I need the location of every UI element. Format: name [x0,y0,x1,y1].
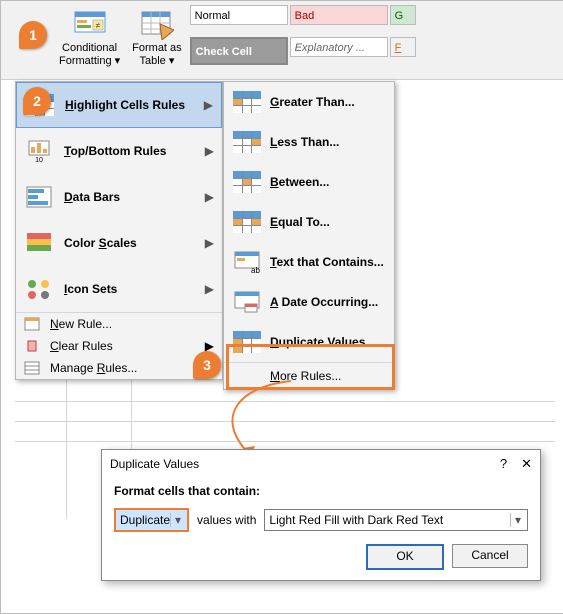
format-as-table-button[interactable]: Format as Table ▾ [126,1,188,77]
menu-label: Between... [270,175,329,189]
less-than-icon [232,129,262,155]
menu-color-scales[interactable]: Color Scales ▶ [16,220,222,266]
color-scales-icon [24,230,54,256]
menu-label: Equal To... [270,215,330,229]
menu-data-bars[interactable]: Data Bars ▶ [16,174,222,220]
close-button[interactable]: ✕ [521,456,532,472]
menu-label: Manage Rules... [50,361,137,375]
menu-label: Less Than... [270,135,339,149]
between-icon [232,169,262,195]
submenu-arrow-icon: ▶ [205,144,214,158]
menu-manage-rules[interactable]: Manage Rules... [16,357,222,379]
format-style-combo[interactable]: Light Red Fill with Dark Red Text ▾ [264,509,528,531]
step-1-marker: 1 [19,21,47,49]
new-rule-icon [24,317,42,331]
menu-clear-rules[interactable]: Clear Rules ▶ [16,335,222,357]
dialog-titlebar: Duplicate Values ? ✕ [102,450,540,478]
style-check-cell[interactable]: Check Cell [190,37,288,65]
ribbon-label: Conditional [62,42,117,55]
style-bad[interactable]: Bad [290,5,388,25]
menu-date-occurring[interactable]: A Date Occurring... [224,282,394,322]
step-2-marker: 2 [23,87,51,115]
conditional-formatting-menu: Highlight Cells Rules ▶ 10 Top/Bottom Ru… [15,81,223,380]
text-contains-icon: ab [232,249,262,275]
equal-to-icon [232,209,262,235]
ribbon-label: Table ▾ [139,55,174,68]
cancel-button[interactable]: Cancel [452,544,528,568]
ribbon: ≠ Conditional Formatting ▾ Format as Tab… [1,1,563,80]
style-followed-link[interactable]: F [390,37,416,57]
step-3-marker: 3 [193,351,221,379]
submenu-arrow-icon: ▶ [205,190,214,204]
duplicate-values-icon [232,329,262,355]
ribbon-label: Format as [132,42,182,55]
ok-button[interactable]: OK [366,544,444,570]
menu-label: Text that Contains... [270,255,384,269]
submenu-arrow-icon: ▶ [205,236,214,250]
conditional-formatting-button[interactable]: ≠ Conditional Formatting ▾ [53,1,126,77]
greater-than-icon [232,89,262,115]
menu-more-rules[interactable]: More Rules... [224,363,394,389]
menu-between[interactable]: Between... [224,162,394,202]
svg-text:≠: ≠ [95,21,100,30]
menu-label: Data Bars [64,190,205,204]
style-normal[interactable]: Normal [190,5,288,25]
cell-styles-gallery[interactable]: Normal Bad G Check Cell Explanatory ... … [188,1,422,79]
submenu-arrow-icon: ▶ [205,282,214,296]
duplicate-type-combo[interactable]: Duplicate ▾ [114,508,189,532]
menu-label: Greater Than... [270,95,355,109]
style-good[interactable]: G [390,5,416,25]
dialog-header: Format cells that contain: [114,484,528,498]
dialog-text: values with [197,513,256,527]
menu-label: Icon Sets [64,282,205,296]
icon-sets-icon [24,276,54,302]
svg-text:ab: ab [251,266,260,274]
dialog-title: Duplicate Values [110,457,199,471]
combo-value: Light Red Fill with Dark Red Text [269,513,510,527]
style-explanatory[interactable]: Explanatory ... [290,37,388,57]
manage-rules-icon [24,361,42,375]
menu-icon-sets[interactable]: Icon Sets ▶ [16,266,222,312]
submenu-arrow-icon: ▶ [204,98,213,112]
top-bottom-icon: 10 [24,138,54,164]
combo-value: Duplicate [120,513,170,527]
duplicate-values-dialog: Duplicate Values ? ✕ Format cells that c… [101,449,541,581]
menu-less-than[interactable]: Less Than... [224,122,394,162]
menu-label: Clear Rules [50,339,113,353]
help-button[interactable]: ? [500,456,507,472]
menu-label: Highlight Cells Rules [65,98,204,112]
conditional-formatting-icon: ≠ [73,10,107,40]
menu-label: New Rule... [50,317,112,331]
svg-text:10: 10 [35,157,43,163]
clear-rules-icon [24,339,42,353]
ribbon-label: Formatting ▾ [59,55,120,68]
data-bars-icon [24,184,54,210]
highlight-cells-submenu: Greater Than... Less Than... Between... … [223,81,395,390]
menu-duplicate-values[interactable]: Duplicate Values... [224,322,394,362]
menu-label: Color Scales [64,236,205,250]
menu-new-rule[interactable]: New Rule... [16,313,222,335]
date-occurring-icon [232,289,262,315]
menu-equal-to[interactable]: Equal To... [224,202,394,242]
chevron-down-icon: ▾ [510,513,525,527]
chevron-down-icon: ▾ [170,513,185,527]
menu-label: A Date Occurring... [270,295,378,309]
format-as-table-icon [140,10,174,40]
menu-top-bottom-rules[interactable]: 10 Top/Bottom Rules ▶ [16,128,222,174]
menu-text-contains[interactable]: ab Text that Contains... [224,242,394,282]
menu-label: Top/Bottom Rules [64,144,205,158]
menu-label: Duplicate Values... [270,335,375,349]
menu-greater-than[interactable]: Greater Than... [224,82,394,122]
